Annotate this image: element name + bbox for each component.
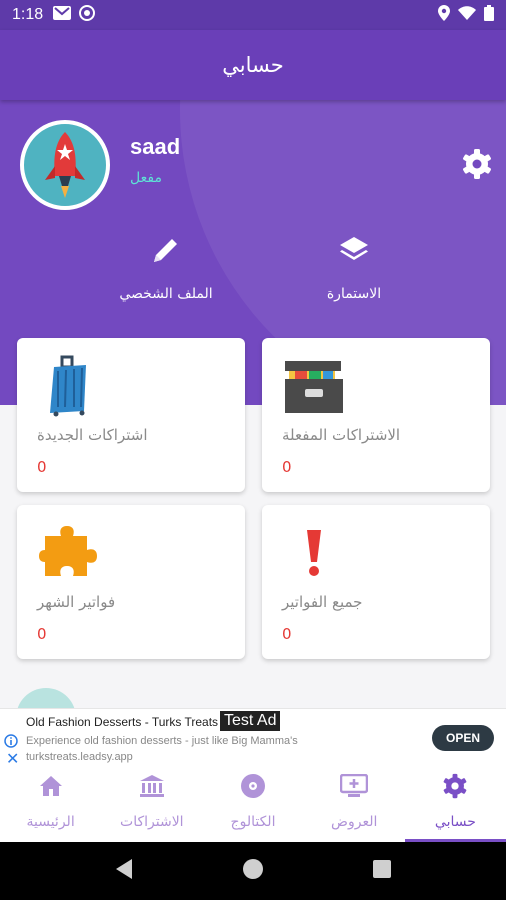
system-navigation-bar <box>0 842 506 900</box>
nav-label: العروض <box>331 814 378 830</box>
card-count: 0 <box>37 458 47 476</box>
puzzle-icon <box>37 521 101 585</box>
nav-item-home[interactable]: الرئيسية <box>0 768 101 842</box>
app-bar: حسابي <box>0 30 506 100</box>
settings-button[interactable] <box>458 145 496 183</box>
wifi-icon <box>458 6 476 24</box>
ad-open-button[interactable]: OPEN <box>432 725 494 751</box>
edit-profile-label: الملف الشخصي <box>119 286 213 302</box>
gmail-icon <box>53 6 72 24</box>
nav-label: الرئيسية <box>26 814 75 830</box>
nav-item-subscriptions[interactable]: الاشتراكات <box>101 768 202 842</box>
card-title: اشتراكات الجديدة <box>37 426 148 444</box>
nav-label: حسابي <box>434 814 476 830</box>
nav-item-account[interactable]: حسابي <box>404 768 506 842</box>
username: saad <box>130 134 181 159</box>
exclamation-icon <box>282 521 346 585</box>
card-title: الاشتراكات المفعلة <box>282 426 401 444</box>
pencil-icon <box>151 232 181 268</box>
bank-icon <box>139 772 165 800</box>
close-icon[interactable]: ✕ <box>6 749 19 768</box>
ad-title[interactable]: Old Fashion Desserts - Turks Treats <box>26 715 218 729</box>
active-subscriptions-card[interactable]: الاشتراكات المفعلة 0 <box>262 338 490 492</box>
settings-icon <box>442 772 468 800</box>
page-title: حسابي <box>222 53 284 77</box>
test-ad-label: Test Ad <box>220 711 281 731</box>
monthly-invoices-card[interactable]: فواتير الشهر 0 <box>17 505 245 659</box>
status-bar: 1:18 <box>0 0 506 30</box>
status-time: 1:18 <box>12 6 44 23</box>
nav-item-offers[interactable]: العروض <box>304 768 405 842</box>
home-button-icon[interactable] <box>242 858 264 884</box>
nav-item-catalog[interactable]: الكتالوج <box>202 768 303 842</box>
form-label: الاستمارة <box>326 286 382 302</box>
disc-icon <box>240 772 266 800</box>
home-icon <box>39 772 63 800</box>
sync-icon <box>79 5 96 25</box>
ad-description: Experience old fashion desserts - just l… <box>26 735 298 763</box>
card-title: جميع الفواتير <box>282 593 363 611</box>
all-invoices-card[interactable]: جميع الفواتير 0 <box>262 505 490 659</box>
nav-label: الاشتراكات <box>120 814 184 830</box>
form-button[interactable]: الاستمارة <box>284 232 424 302</box>
new-subscriptions-card[interactable]: اشتراكات الجديدة 0 <box>17 338 245 492</box>
bottom-navigation: الرئيسية الاشتراكات الكتالوج العروض حساب… <box>0 768 506 842</box>
avatar[interactable] <box>20 120 110 210</box>
battery-icon <box>484 5 494 25</box>
nav-label: الكتالوج <box>230 814 276 830</box>
card-count: 0 <box>282 625 292 643</box>
card-count: 0 <box>37 625 47 643</box>
back-icon[interactable] <box>114 858 134 884</box>
tv-plus-icon <box>340 772 369 800</box>
gear-icon <box>463 149 491 179</box>
card-count: 0 <box>282 458 292 476</box>
account-status: مفعل <box>130 170 162 186</box>
card-title: فواتير الشهر <box>37 593 116 611</box>
recents-icon[interactable] <box>372 859 392 883</box>
rocket-icon <box>45 132 85 198</box>
location-icon <box>438 5 450 25</box>
edit-profile-button[interactable]: الملف الشخصي <box>96 232 236 302</box>
layers-icon <box>338 232 370 268</box>
file-box-icon <box>282 354 346 418</box>
suitcase-icon <box>37 354 101 418</box>
ad-banner[interactable]: Old Fashion Desserts - Turks Treats Test… <box>0 708 506 768</box>
